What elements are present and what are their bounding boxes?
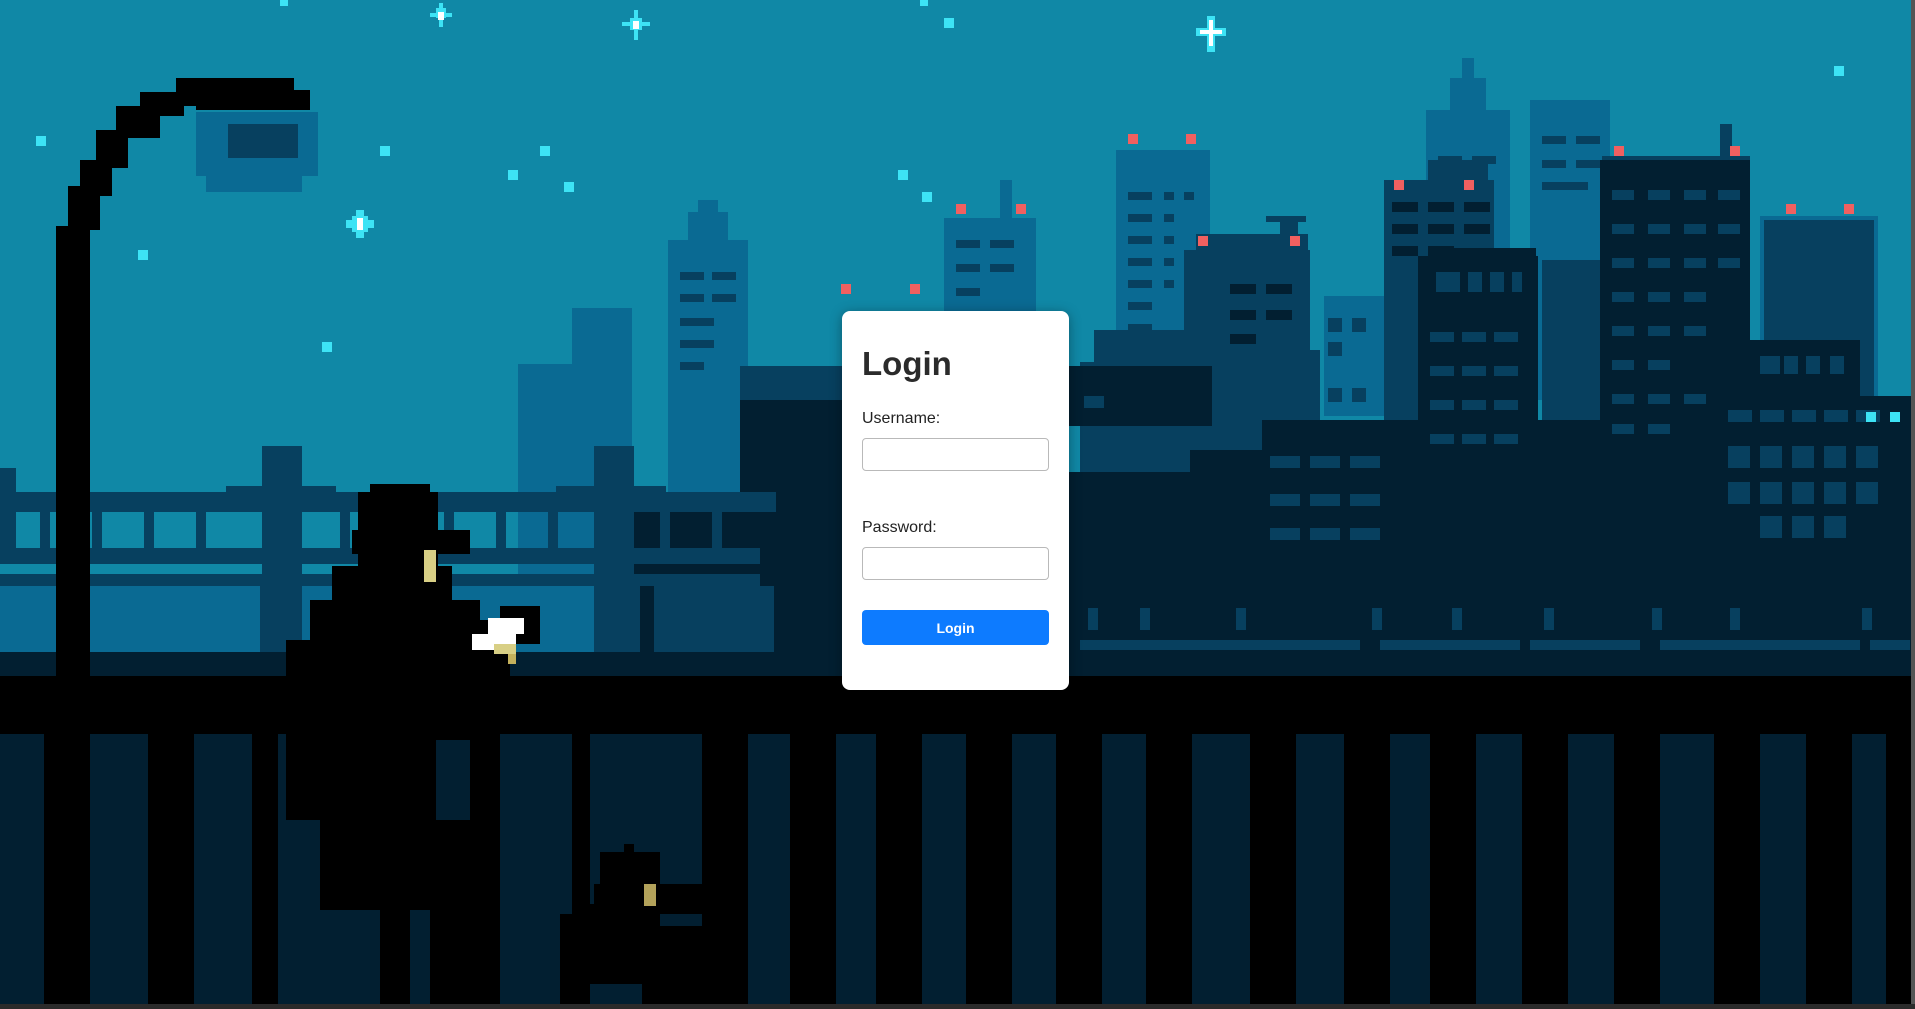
background-scene: Login Username: Password: Login [0, 0, 1915, 1009]
window-edge-right [1911, 0, 1915, 1009]
password-label: Password: [862, 519, 937, 536]
password-input[interactable] [862, 547, 1049, 580]
login-title: Login [862, 345, 952, 382]
username-label: Username: [862, 410, 941, 427]
login-card: Login Username: Password: Login [842, 311, 1069, 690]
login-button[interactable]: Login [862, 610, 1049, 645]
window-edge-bottom [0, 1004, 1915, 1009]
username-input[interactable] [862, 438, 1049, 471]
